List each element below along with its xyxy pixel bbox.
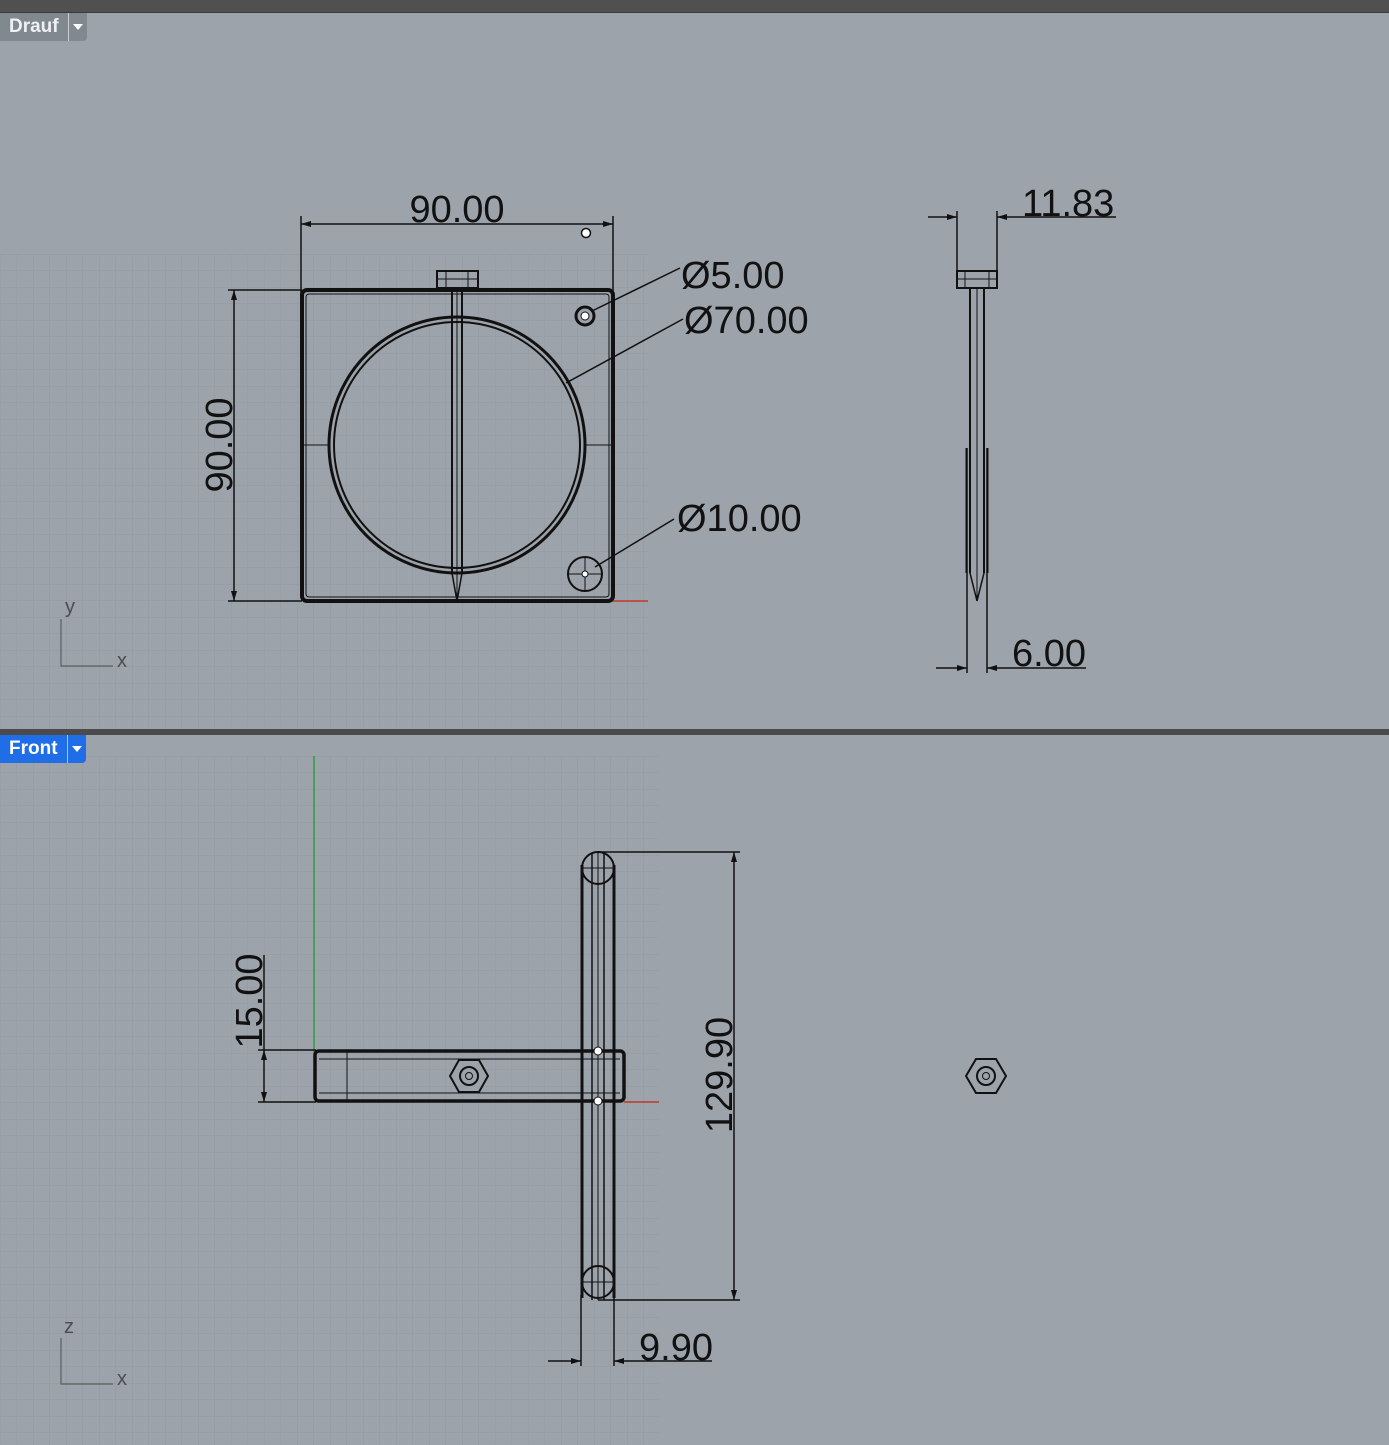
dimension-small-hole-label: Ø5.00 <box>681 255 785 297</box>
dimension-thickness-label: 15.00 <box>229 953 271 1048</box>
front-view-drawing[interactable]: 15.00 129.90 9.90 z x <box>0 735 1389 1445</box>
viewport-top[interactable]: Drauf 90.00 90.00 Ø5.00 Ø70.00 Ø10.00 11… <box>0 13 1389 729</box>
dimension-length-label: 129.90 <box>699 1017 741 1133</box>
dimension-width-label: 9.90 <box>639 1327 713 1369</box>
pin-side-view[interactable] <box>956 270 998 602</box>
axis-label-z: z <box>64 1316 74 1338</box>
chevron-down-icon[interactable] <box>66 735 86 763</box>
dimension-width-label: 90.00 <box>409 189 504 231</box>
axis-label-y: y <box>65 596 75 618</box>
dimension-height-label: 90.00 <box>199 397 241 492</box>
big-hole[interactable] <box>567 556 603 592</box>
construction-grid <box>0 254 648 729</box>
axis-label-x: x <box>117 1368 127 1390</box>
viewport-title[interactable]: Front <box>0 735 67 763</box>
hex-head-icon[interactable] <box>964 1058 1008 1094</box>
dimension-circle-label: Ø70.00 <box>684 300 809 342</box>
dimension-big-hole-label: Ø10.00 <box>677 498 802 540</box>
viewport-front[interactable]: Front 15.00 129.90 9.90 z x <box>0 735 1389 1445</box>
dimension-side-bottom-label: 6.00 <box>1012 633 1086 675</box>
chevron-down-icon[interactable] <box>67 13 87 41</box>
axis-label-x: x <box>117 650 127 672</box>
window-title-bar <box>0 0 1389 13</box>
viewport-tab-front[interactable]: Front <box>0 735 86 763</box>
dimension-side-width-label: 11.83 <box>1022 183 1114 225</box>
viewport-tab-top[interactable]: Drauf <box>0 13 87 41</box>
top-view-drawing[interactable]: 90.00 90.00 Ø5.00 Ø70.00 Ø10.00 11.83 6.… <box>0 13 1389 729</box>
grip-point[interactable] <box>580 227 592 239</box>
viewport-title[interactable]: Drauf <box>0 13 68 41</box>
